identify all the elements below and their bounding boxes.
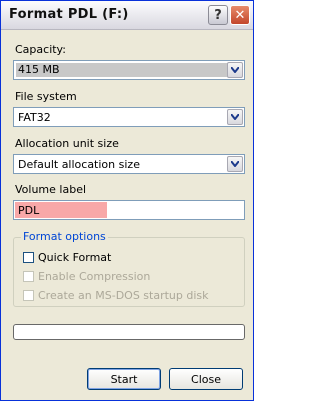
- format-options-title: Format options: [21, 230, 108, 243]
- chevron-down-icon[interactable]: [227, 62, 243, 78]
- file-system-label: File system: [15, 90, 77, 103]
- close-button[interactable]: Close: [169, 368, 243, 390]
- chevron-down-icon[interactable]: [227, 156, 243, 172]
- quick-format-label[interactable]: Quick Format: [38, 251, 111, 264]
- window-title: Format PDL (F:): [9, 7, 129, 22]
- close-icon: ✕: [234, 7, 246, 23]
- startup-disk-label: Create an MS-DOS startup disk: [38, 289, 209, 302]
- allocation-value: Default allocation size: [18, 158, 140, 171]
- format-dialog: Format PDL (F:) ? ✕ Capacity: 415 MB Fil…: [0, 0, 254, 401]
- compression-label: Enable Compression: [38, 270, 151, 283]
- capacity-select[interactable]: 415 MB: [13, 60, 245, 80]
- volume-label-input[interactable]: PDL: [13, 200, 245, 220]
- help-icon: ?: [214, 7, 222, 23]
- close-window-button[interactable]: ✕: [230, 5, 250, 25]
- volume-label-value: PDL: [18, 204, 40, 217]
- file-system-select[interactable]: FAT32: [13, 107, 245, 127]
- startup-disk-checkbox[interactable]: [23, 290, 34, 301]
- help-button[interactable]: ?: [208, 5, 228, 25]
- start-button[interactable]: Start: [87, 368, 161, 390]
- allocation-select[interactable]: Default allocation size: [13, 154, 245, 174]
- chevron-down-icon[interactable]: [227, 109, 243, 125]
- capacity-value: 415 MB: [16, 63, 228, 77]
- allocation-label: Allocation unit size: [15, 137, 119, 150]
- file-system-value: FAT32: [18, 111, 51, 124]
- capacity-label: Capacity:: [15, 43, 66, 56]
- compression-checkbox[interactable]: [23, 271, 34, 282]
- format-progress-bar: [13, 324, 245, 340]
- title-bar[interactable]: Format PDL (F:) ? ✕: [1, 1, 253, 30]
- quick-format-checkbox[interactable]: [23, 252, 34, 263]
- volume-label-caption: Volume label: [15, 183, 87, 196]
